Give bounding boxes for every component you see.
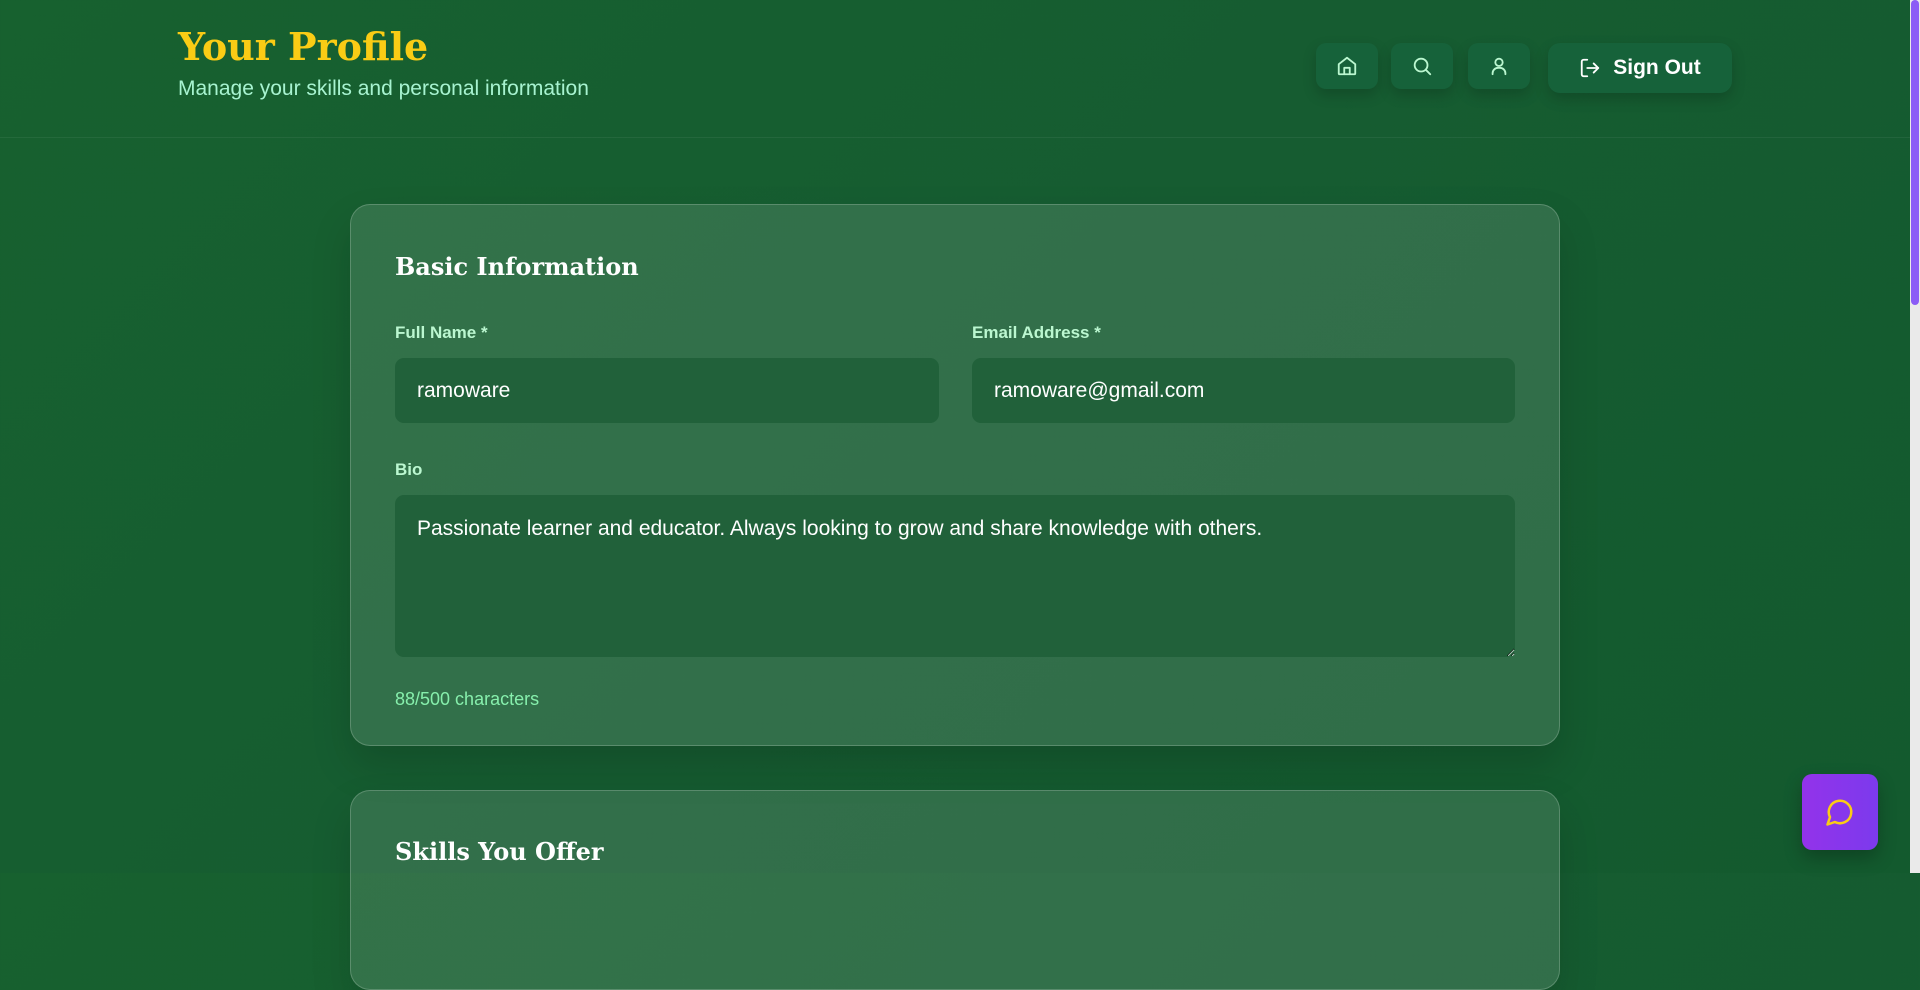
- chat-icon: [1826, 799, 1853, 826]
- user-icon: [1491, 57, 1507, 76]
- card-title: Basic Information: [395, 252, 639, 281]
- email-input[interactable]: [972, 358, 1515, 423]
- full-name-input[interactable]: [395, 358, 939, 423]
- page-title: Your Profile: [178, 24, 429, 69]
- header: Your Profile Manage your skills and pers…: [0, 0, 1910, 138]
- bio-character-counter: 88/500 characters: [395, 689, 540, 709]
- basic-information-card: Basic Information Full Name * Email Addr…: [350, 204, 1560, 746]
- sign-out-label: Sign Out: [1613, 56, 1701, 79]
- sign-out-button[interactable]: Sign Out: [1548, 43, 1732, 93]
- card-title: Skills You Offer: [395, 837, 604, 866]
- bio-textarea[interactable]: Passionate learner and educator. Always …: [395, 495, 1515, 657]
- profile-button[interactable]: [1468, 43, 1530, 89]
- home-icon: [1337, 56, 1357, 76]
- search-icon: [1413, 57, 1432, 76]
- page-subtitle: Manage your skills and personal informat…: [178, 77, 589, 100]
- skills-offer-card: Skills You Offer: [350, 790, 1560, 990]
- full-name-label: Full Name *: [395, 323, 488, 342]
- email-label: Email Address *: [972, 323, 1101, 342]
- home-button[interactable]: [1316, 43, 1378, 89]
- scrollbar[interactable]: [1910, 0, 1920, 873]
- search-button[interactable]: [1391, 43, 1453, 89]
- bio-label: Bio: [395, 460, 423, 479]
- sign-out-icon: [1581, 58, 1600, 78]
- chat-button[interactable]: [1802, 774, 1878, 850]
- scrollbar-thumb[interactable]: [1911, 0, 1919, 305]
